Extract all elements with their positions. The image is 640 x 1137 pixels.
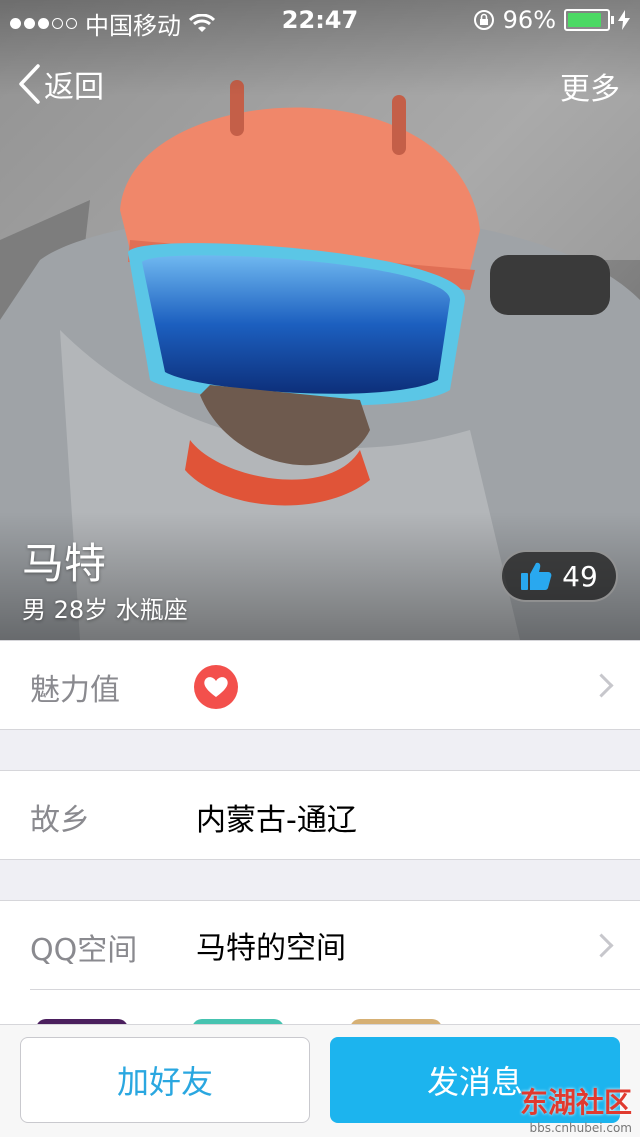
charm-label: 魅力值 <box>30 673 120 708</box>
charm-row[interactable]: 魅力值 <box>0 640 640 730</box>
watermark-name: 东湖社区 <box>519 1086 632 1119</box>
action-bar: 加好友 发消息 东湖社区 bbs.cnhubei.com <box>0 1024 640 1137</box>
qzone-row[interactable]: QQ空间 马特的空间 <box>0 900 640 1039</box>
heart-icon <box>194 665 238 709</box>
rotation-lock-icon <box>473 10 494 30</box>
watermark: 东湖社区 bbs.cnhubei.com <box>520 1081 632 1135</box>
like-count: 49 <box>562 559 598 593</box>
hometown-value: 内蒙古-通辽 <box>196 803 357 838</box>
battery-percent: 96% <box>502 6 556 34</box>
chevron-left-icon <box>19 64 40 104</box>
battery-icon <box>564 9 614 31</box>
chevron-right-icon <box>589 673 614 698</box>
divider <box>30 989 640 990</box>
profile-cover-photo[interactable]: 中国移动 22:47 96% 返回 更多 马特 男 28岁 水瓶座 49 <box>0 0 640 640</box>
status-bar: 中国移动 22:47 96% <box>0 0 640 40</box>
hometown-label: 故乡 <box>30 803 90 838</box>
chevron-right-icon <box>589 933 614 958</box>
back-button[interactable]: 返回 <box>18 62 104 106</box>
hometown-row: 故乡 内蒙古-通辽 <box>0 770 640 860</box>
watermark-url: bbs.cnhubei.com <box>529 1121 633 1135</box>
like-button[interactable]: 49 <box>500 550 618 602</box>
profile-details: 男 28岁 水瓶座 <box>22 596 188 624</box>
more-button[interactable]: 更多 <box>560 64 620 108</box>
thumbs-up-icon <box>521 562 552 590</box>
back-label: 返回 <box>44 70 104 105</box>
qzone-label: QQ空间 <box>30 933 138 968</box>
profile-name: 马特 <box>22 539 107 588</box>
qzone-value: 马特的空间 <box>196 931 346 966</box>
add-friend-button[interactable]: 加好友 <box>20 1037 310 1123</box>
charging-bolt-icon <box>618 10 630 30</box>
